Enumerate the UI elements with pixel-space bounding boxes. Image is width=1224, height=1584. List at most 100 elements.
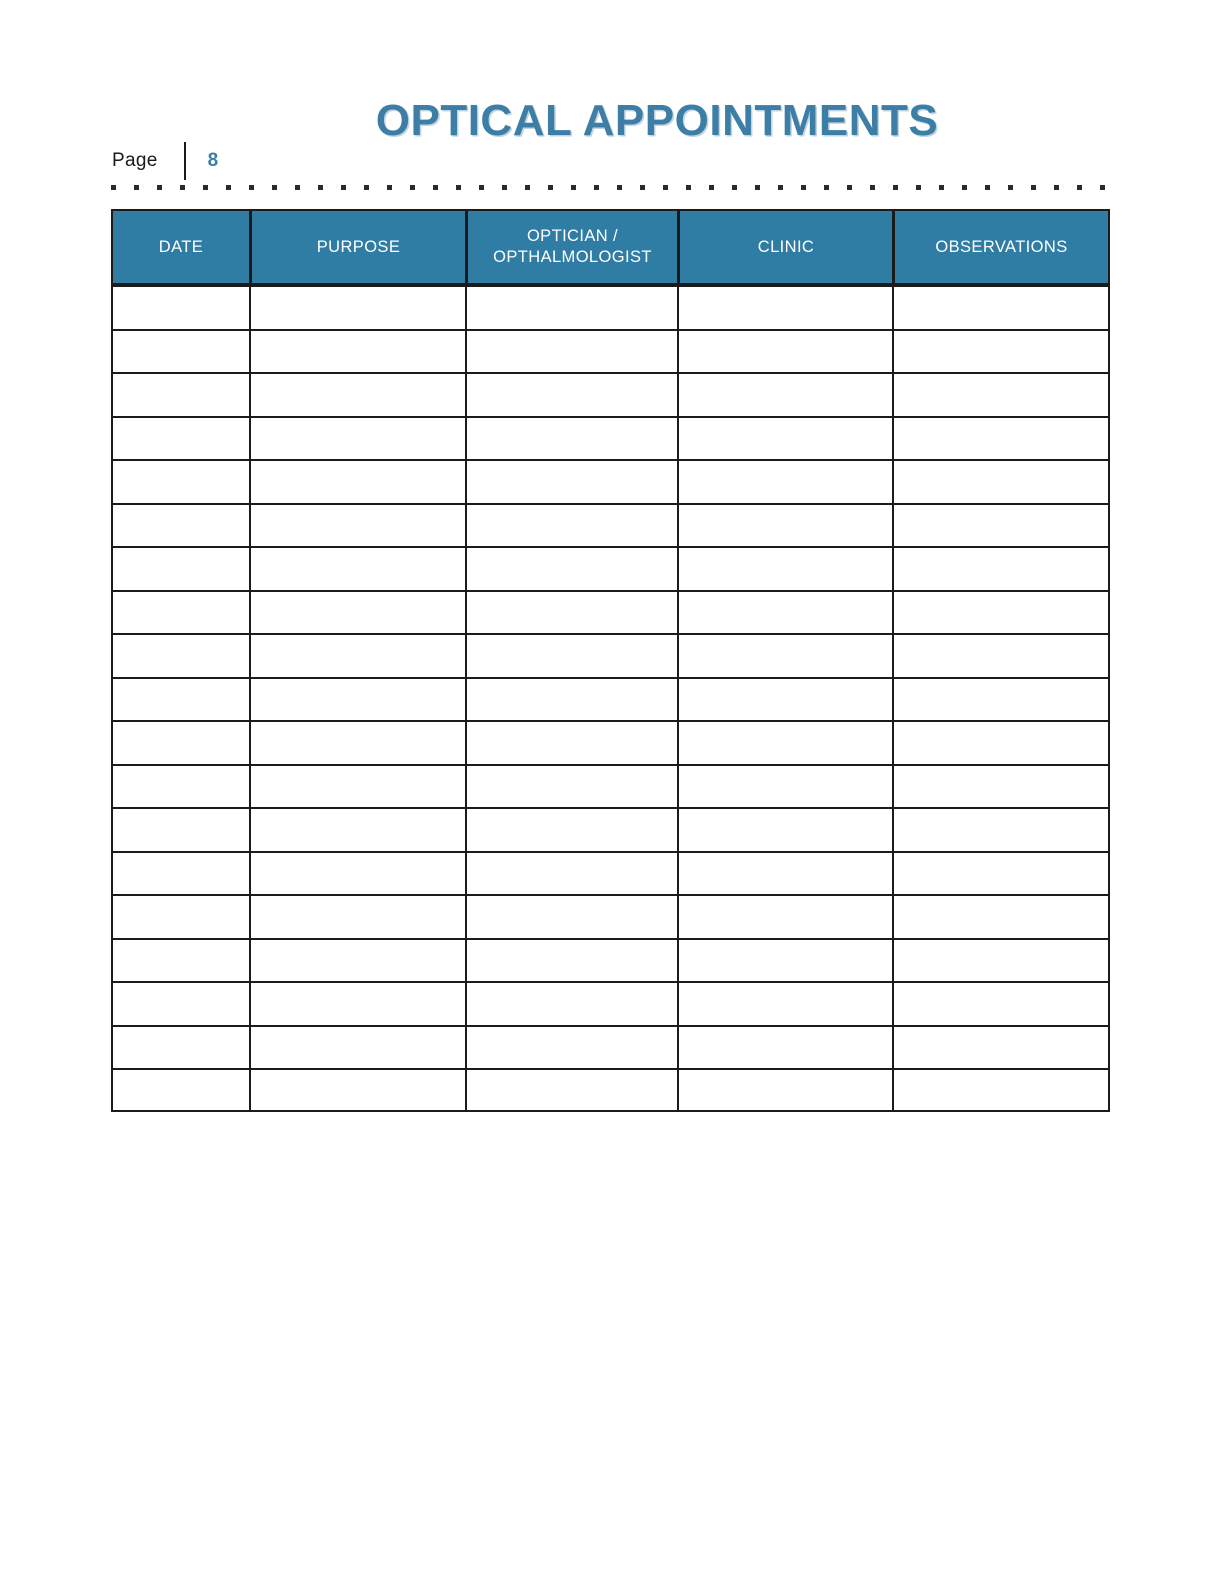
table-row[interactable]: [111, 937, 1110, 981]
table-cell-purpose[interactable]: [250, 459, 466, 503]
table-cell-observations[interactable]: [893, 1024, 1110, 1068]
table-cell-observations[interactable]: [893, 720, 1110, 764]
table-cell-optician[interactable]: [466, 589, 678, 633]
table-cell-date[interactable]: [111, 633, 250, 677]
table-cell-date[interactable]: [111, 459, 250, 503]
table-cell-optician[interactable]: [466, 546, 678, 590]
table-row[interactable]: [111, 807, 1110, 851]
table-cell-observations[interactable]: [893, 415, 1110, 459]
table-cell-clinic[interactable]: [678, 328, 893, 372]
table-cell-optician[interactable]: [466, 807, 678, 851]
table-cell-clinic[interactable]: [678, 589, 893, 633]
table-cell-clinic[interactable]: [678, 285, 893, 329]
table-row[interactable]: [111, 328, 1110, 372]
table-cell-observations[interactable]: [893, 937, 1110, 981]
table-cell-observations[interactable]: [893, 502, 1110, 546]
table-cell-purpose[interactable]: [250, 285, 466, 329]
table-cell-optician[interactable]: [466, 850, 678, 894]
table-cell-date[interactable]: [111, 502, 250, 546]
table-cell-purpose[interactable]: [250, 894, 466, 938]
table-cell-date[interactable]: [111, 763, 250, 807]
table-cell-purpose[interactable]: [250, 981, 466, 1025]
table-cell-purpose[interactable]: [250, 502, 466, 546]
table-row[interactable]: [111, 285, 1110, 329]
table-cell-purpose[interactable]: [250, 372, 466, 416]
table-cell-optician[interactable]: [466, 676, 678, 720]
table-cell-date[interactable]: [111, 589, 250, 633]
table-cell-purpose[interactable]: [250, 1068, 466, 1112]
table-cell-observations[interactable]: [893, 546, 1110, 590]
table-cell-clinic[interactable]: [678, 1068, 893, 1112]
table-cell-optician[interactable]: [466, 328, 678, 372]
table-cell-purpose[interactable]: [250, 807, 466, 851]
table-row[interactable]: [111, 633, 1110, 677]
table-cell-purpose[interactable]: [250, 763, 466, 807]
table-row[interactable]: [111, 415, 1110, 459]
table-cell-clinic[interactable]: [678, 937, 893, 981]
table-cell-observations[interactable]: [893, 285, 1110, 329]
table-cell-optician[interactable]: [466, 937, 678, 981]
table-cell-observations[interactable]: [893, 372, 1110, 416]
table-cell-optician[interactable]: [466, 720, 678, 764]
table-cell-date[interactable]: [111, 285, 250, 329]
table-row[interactable]: [111, 676, 1110, 720]
table-cell-clinic[interactable]: [678, 415, 893, 459]
table-cell-observations[interactable]: [893, 894, 1110, 938]
table-cell-purpose[interactable]: [250, 1024, 466, 1068]
table-cell-optician[interactable]: [466, 1068, 678, 1112]
table-cell-clinic[interactable]: [678, 372, 893, 416]
table-cell-clinic[interactable]: [678, 720, 893, 764]
table-cell-observations[interactable]: [893, 850, 1110, 894]
table-cell-date[interactable]: [111, 894, 250, 938]
table-cell-observations[interactable]: [893, 981, 1110, 1025]
table-cell-date[interactable]: [111, 328, 250, 372]
table-cell-date[interactable]: [111, 937, 250, 981]
table-cell-clinic[interactable]: [678, 676, 893, 720]
table-cell-observations[interactable]: [893, 589, 1110, 633]
table-cell-observations[interactable]: [893, 1068, 1110, 1112]
table-cell-purpose[interactable]: [250, 546, 466, 590]
table-cell-observations[interactable]: [893, 807, 1110, 851]
table-row[interactable]: [111, 502, 1110, 546]
table-cell-purpose[interactable]: [250, 415, 466, 459]
table-cell-clinic[interactable]: [678, 546, 893, 590]
table-row[interactable]: [111, 459, 1110, 503]
table-cell-optician[interactable]: [466, 894, 678, 938]
table-cell-optician[interactable]: [466, 502, 678, 546]
table-cell-purpose[interactable]: [250, 589, 466, 633]
table-cell-purpose[interactable]: [250, 720, 466, 764]
table-cell-clinic[interactable]: [678, 633, 893, 677]
table-cell-date[interactable]: [111, 546, 250, 590]
table-row[interactable]: [111, 720, 1110, 764]
table-cell-purpose[interactable]: [250, 328, 466, 372]
table-row[interactable]: [111, 850, 1110, 894]
table-row[interactable]: [111, 1024, 1110, 1068]
table-cell-optician[interactable]: [466, 372, 678, 416]
table-cell-optician[interactable]: [466, 633, 678, 677]
table-row[interactable]: [111, 1068, 1110, 1112]
table-row[interactable]: [111, 546, 1110, 590]
table-cell-date[interactable]: [111, 807, 250, 851]
table-cell-clinic[interactable]: [678, 981, 893, 1025]
table-cell-optician[interactable]: [466, 981, 678, 1025]
table-cell-optician[interactable]: [466, 763, 678, 807]
table-cell-clinic[interactable]: [678, 850, 893, 894]
table-cell-purpose[interactable]: [250, 937, 466, 981]
table-cell-observations[interactable]: [893, 763, 1110, 807]
table-row[interactable]: [111, 372, 1110, 416]
table-cell-purpose[interactable]: [250, 850, 466, 894]
table-cell-purpose[interactable]: [250, 633, 466, 677]
table-row[interactable]: [111, 981, 1110, 1025]
table-cell-date[interactable]: [111, 850, 250, 894]
table-cell-date[interactable]: [111, 372, 250, 416]
table-cell-clinic[interactable]: [678, 502, 893, 546]
table-cell-purpose[interactable]: [250, 676, 466, 720]
table-cell-clinic[interactable]: [678, 807, 893, 851]
table-row[interactable]: [111, 763, 1110, 807]
table-cell-optician[interactable]: [466, 415, 678, 459]
table-cell-date[interactable]: [111, 1024, 250, 1068]
table-cell-date[interactable]: [111, 720, 250, 764]
table-row[interactable]: [111, 894, 1110, 938]
table-cell-observations[interactable]: [893, 676, 1110, 720]
table-cell-observations[interactable]: [893, 328, 1110, 372]
